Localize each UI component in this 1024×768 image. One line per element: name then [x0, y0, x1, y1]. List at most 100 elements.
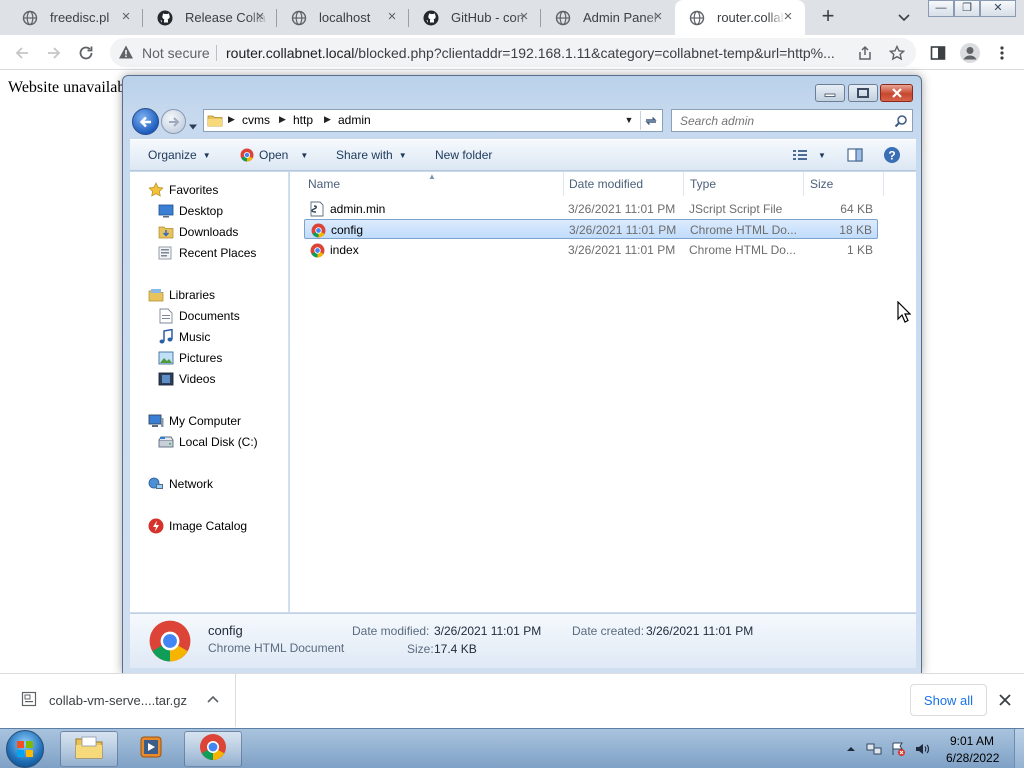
- maximize-button[interactable]: [848, 84, 878, 102]
- tab-freedisc[interactable]: freedisc.pl ×: [8, 0, 143, 35]
- close-button[interactable]: [880, 84, 913, 102]
- chevron-right-icon[interactable]: ▶: [279, 114, 286, 125]
- file-row-index[interactable]: index 3/26/2021 11:01 PM Chrome HTML Do.…: [304, 240, 878, 260]
- tab-localhost[interactable]: localhost ×: [277, 0, 409, 35]
- nav-recent-places[interactable]: Recent Places: [158, 243, 256, 263]
- nav-favorites[interactable]: Favorites: [148, 180, 218, 200]
- share-icon[interactable]: [856, 44, 874, 62]
- close-icon[interactable]: ×: [517, 9, 531, 24]
- nav-videos[interactable]: Videos: [158, 369, 215, 389]
- taskbar-chrome-button[interactable]: [184, 731, 242, 767]
- nav-image-catalog[interactable]: Image Catalog: [148, 516, 247, 536]
- column-header-size[interactable]: Size: [804, 172, 884, 196]
- clock-time[interactable]: 9:01 AM: [950, 734, 994, 748]
- bookmark-star-icon[interactable]: [888, 44, 906, 62]
- file-date: 3/26/2021 11:01 PM: [569, 223, 677, 237]
- chevron-up-icon[interactable]: [205, 692, 221, 708]
- file-row-config[interactable]: config 3/26/2021 11:01 PM Chrome HTML Do…: [304, 219, 878, 239]
- tab-release[interactable]: Release Colla ×: [143, 0, 277, 35]
- open-button[interactable]: Open ▼: [240, 148, 308, 162]
- close-icon[interactable]: ×: [119, 9, 133, 24]
- nav-network[interactable]: Network: [148, 474, 213, 494]
- file-type: Chrome HTML Do...: [689, 243, 796, 257]
- search-box[interactable]: [671, 109, 913, 132]
- nav-documents-label: Documents: [179, 309, 240, 323]
- recent-pages-icon[interactable]: [188, 118, 198, 130]
- start-button[interactable]: [6, 730, 44, 768]
- tab-github-con[interactable]: GitHub - con ×: [409, 0, 541, 35]
- close-icon[interactable]: ×: [651, 9, 665, 24]
- details-size-label: Size:: [407, 642, 434, 656]
- details-date-created: 3/26/2021 11:01 PM: [646, 624, 754, 638]
- tab-admin-panel[interactable]: Admin Panel ×: [541, 0, 675, 35]
- show-desktop-button[interactable]: [1014, 729, 1024, 768]
- view-options-button[interactable]: ▼: [792, 149, 826, 161]
- close-window-button[interactable]: ✕: [980, 0, 1016, 17]
- nav-pictures[interactable]: Pictures: [158, 348, 222, 368]
- address-bar[interactable]: ▶ cvms ▶ http ▶ admin ▼: [203, 109, 663, 132]
- nav-downloads-label: Downloads: [179, 225, 239, 239]
- breadcrumb-http[interactable]: http: [293, 113, 313, 127]
- action-center-flag-icon[interactable]: [890, 741, 906, 757]
- url-text[interactable]: router.collabnet.local/blocked.php?clien…: [226, 45, 850, 61]
- search-icon[interactable]: [894, 114, 908, 128]
- nav-downloads[interactable]: Downloads: [158, 222, 238, 242]
- close-icon[interactable]: ×: [781, 9, 795, 24]
- column-header-date[interactable]: Date modified: [563, 172, 684, 196]
- file-row-admin-min[interactable]: admin.min 3/26/2021 11:01 PM JScript Scr…: [304, 199, 878, 219]
- taskbar-explorer-button[interactable]: [60, 731, 118, 767]
- show-hidden-icons-icon[interactable]: [843, 741, 859, 757]
- organize-button[interactable]: Organize ▼: [148, 148, 211, 162]
- column-header-type[interactable]: Type: [684, 172, 804, 196]
- volume-icon[interactable]: [914, 741, 930, 757]
- star-icon: [148, 182, 164, 198]
- refresh-icon[interactable]: [640, 111, 660, 130]
- forward-button[interactable]: [161, 109, 186, 134]
- new-tab-button[interactable]: +: [816, 5, 840, 29]
- nav-my-computer-label: My Computer: [169, 414, 242, 428]
- chevron-down-icon[interactable]: [896, 9, 912, 25]
- nav-desktop[interactable]: Desktop: [158, 201, 223, 221]
- minimize-window-button[interactable]: —: [928, 0, 954, 17]
- chevron-down-icon[interactable]: ▼: [622, 112, 636, 129]
- security-status[interactable]: Not secure: [142, 45, 210, 61]
- nav-local-disk[interactable]: Local Disk (C:): [158, 432, 258, 452]
- nav-libraries[interactable]: Libraries: [148, 285, 215, 305]
- close-icon[interactable]: ×: [385, 9, 399, 24]
- chevron-right-icon[interactable]: ▶: [228, 114, 235, 125]
- forward-button[interactable]: [42, 41, 66, 65]
- minimize-button[interactable]: [815, 84, 845, 102]
- network-icon: [148, 476, 164, 492]
- close-icon[interactable]: ×: [253, 9, 267, 24]
- nav-desktop-label: Desktop: [179, 204, 224, 218]
- back-button[interactable]: [132, 108, 159, 135]
- clock-date[interactable]: 6/28/2022: [946, 751, 999, 765]
- breadcrumb-cvms[interactable]: cvms: [242, 113, 270, 127]
- close-icon[interactable]: [996, 691, 1014, 709]
- tab-router-collab[interactable]: router.collab ×: [675, 0, 805, 35]
- reload-button[interactable]: [74, 41, 98, 65]
- new-folder-button[interactable]: New folder: [435, 148, 492, 162]
- side-panel-icon[interactable]: [926, 41, 950, 65]
- show-all-button[interactable]: Show all: [910, 684, 987, 716]
- preview-pane-button[interactable]: [847, 148, 863, 162]
- chevron-right-icon[interactable]: ▶: [324, 114, 331, 125]
- chevron-down-icon: ▼: [818, 150, 826, 160]
- profile-avatar[interactable]: [958, 41, 982, 65]
- nav-recent-places-label: Recent Places: [179, 246, 257, 260]
- nav-documents[interactable]: Documents: [158, 306, 240, 326]
- help-icon[interactable]: ?: [883, 146, 901, 164]
- menu-dots-icon[interactable]: [990, 41, 1014, 65]
- share-with-button[interactable]: Share with ▼: [336, 148, 407, 162]
- taskbar-media-player-button[interactable]: [122, 731, 180, 767]
- nav-libraries-label: Libraries: [169, 288, 216, 302]
- restore-window-button[interactable]: ❐: [954, 0, 980, 17]
- search-input[interactable]: [680, 114, 880, 128]
- address-bar[interactable]: Not secure router.collabnet.local/blocke…: [110, 38, 916, 67]
- download-item[interactable]: collab-vm-serve....tar.gz: [0, 674, 236, 727]
- breadcrumb-admin[interactable]: admin: [338, 113, 371, 127]
- nav-music[interactable]: Music: [158, 327, 210, 347]
- network-tray-icon[interactable]: [866, 741, 882, 757]
- back-button[interactable]: [10, 41, 34, 65]
- nav-my-computer[interactable]: My Computer: [148, 411, 241, 431]
